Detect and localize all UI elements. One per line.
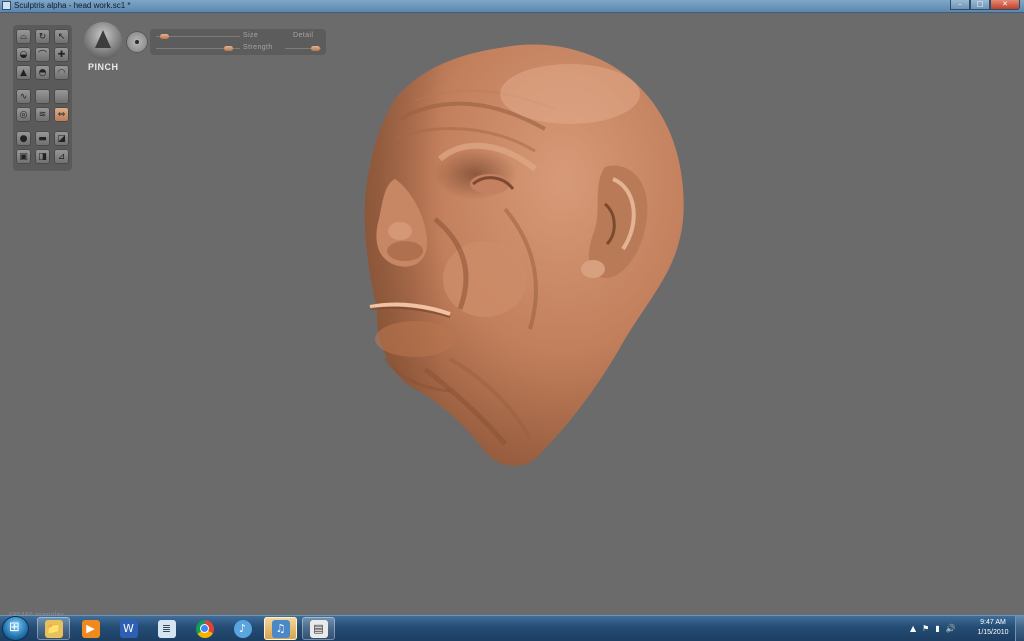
blank-icon[interactable] xyxy=(54,89,69,104)
start-orb-icon[interactable] xyxy=(3,617,28,640)
minimize-icon[interactable]: – xyxy=(950,0,970,10)
stamp-icon[interactable]: ▲ xyxy=(16,65,31,80)
plane-icon[interactable]: ▬ xyxy=(35,131,50,146)
folder-icon: 📁 xyxy=(44,619,63,638)
maximize-icon[interactable]: □ xyxy=(970,0,990,10)
show-desktop-button[interactable] xyxy=(1015,616,1024,641)
window-title-bar[interactable]: Sculptris alpha - head work.sc1 * – □ ✕ xyxy=(0,0,1024,13)
wireframe-icon[interactable]: ≋ xyxy=(35,107,50,122)
mirror-icon[interactable]: ⇔ xyxy=(54,107,69,122)
window-controls: – □ ✕ xyxy=(950,0,1020,11)
network-icon[interactable]: ▮ xyxy=(935,624,939,633)
reduce-icon[interactable]: ⊿ xyxy=(54,149,69,164)
brush-icon[interactable]: ◪ xyxy=(54,131,69,146)
clock[interactable]: 9:47 AM 1/15/2010 xyxy=(972,618,1014,638)
taskbar-media-player[interactable]: ▶ xyxy=(74,617,107,640)
show-hidden-icon[interactable]: ▲ xyxy=(910,624,916,633)
detail-label: Detail xyxy=(293,32,314,39)
brush-falloff-icon[interactable] xyxy=(126,31,148,53)
head-model[interactable] xyxy=(355,39,687,469)
blank-icon[interactable] xyxy=(35,89,50,104)
draw-icon[interactable]: ⌓ xyxy=(16,29,31,44)
curve-icon[interactable]: ∿ xyxy=(16,89,31,104)
sculpt-viewport[interactable]: 495486 triangles xyxy=(0,13,1024,619)
taskbar: 📁 ▶ W ≣ ♪ ♫ ▤ ▲ ⚑ ▮ 🔊 9:47 AM 1/15/2010 xyxy=(0,615,1024,641)
volume-icon[interactable]: 🔊 xyxy=(946,624,956,633)
brush-preview-icon[interactable] xyxy=(84,22,122,60)
clock-date: 1/15/2010 xyxy=(977,629,1009,636)
size-slider-knob[interactable] xyxy=(159,34,169,39)
symmetry-icon[interactable]: ◎ xyxy=(16,107,31,122)
crease-icon[interactable]: ✚ xyxy=(54,47,69,62)
detail-slider-knob[interactable] xyxy=(310,46,320,51)
taskbar-generic-app[interactable]: ▤ xyxy=(302,617,335,640)
action-center-flag-icon[interactable]: ⚑ xyxy=(922,624,929,633)
flatten-icon[interactable]: ⌒ xyxy=(35,47,50,62)
pinch-icon[interactable]: ◠ xyxy=(54,65,69,80)
taskbar-word[interactable]: W xyxy=(112,617,145,640)
mask-icon[interactable]: ▣ xyxy=(16,149,31,164)
sphere-icon[interactable]: ● xyxy=(16,131,31,146)
media-player-icon: ▶ xyxy=(81,619,100,638)
itunes-icon: ♪ xyxy=(233,619,252,638)
word-icon: W xyxy=(119,619,138,638)
brush-name: PINCH xyxy=(88,62,119,72)
strength-slider-knob[interactable] xyxy=(223,46,233,51)
inflate-icon[interactable]: ◒ xyxy=(16,47,31,62)
sculptris-icon: ♫ xyxy=(271,619,290,638)
grab-icon[interactable]: ↖ xyxy=(54,29,69,44)
close-icon[interactable]: ✕ xyxy=(990,0,1020,10)
hide-icon[interactable]: ◨ xyxy=(35,149,50,164)
tool-panel: ⌓ ↻ ↖ ◒ ⌒ ✚ ▲ ◓ ◠ ∿ ◎ ≋ ⇔ ● ▬ ◪ ▣ ◨ ⊿ xyxy=(13,25,72,171)
smooth-icon[interactable]: ◓ xyxy=(35,65,50,80)
taskbar-sculptris[interactable]: ♫ xyxy=(264,617,297,640)
app-icon xyxy=(2,1,11,10)
taskbar-explorer[interactable]: 📁 xyxy=(37,617,70,640)
clock-time: 9:47 AM xyxy=(980,619,1006,626)
size-label: Size xyxy=(243,32,259,39)
brush-settings-panel: Size Detail Strength xyxy=(150,29,326,55)
notepad-icon: ≣ xyxy=(157,619,176,638)
strength-label: Strength xyxy=(243,44,273,51)
rotate-icon[interactable]: ↻ xyxy=(35,29,50,44)
taskbar-itunes[interactable]: ♪ xyxy=(226,617,259,640)
window-title: Sculptris alpha - head work.sc1 * xyxy=(14,1,131,10)
taskbar-notepad[interactable]: ≣ xyxy=(150,617,183,640)
chrome-icon xyxy=(195,619,214,638)
app-window-icon: ▤ xyxy=(309,619,328,638)
system-tray: ▲ ⚑ ▮ 🔊 xyxy=(910,616,956,641)
taskbar-chrome[interactable] xyxy=(188,617,221,640)
